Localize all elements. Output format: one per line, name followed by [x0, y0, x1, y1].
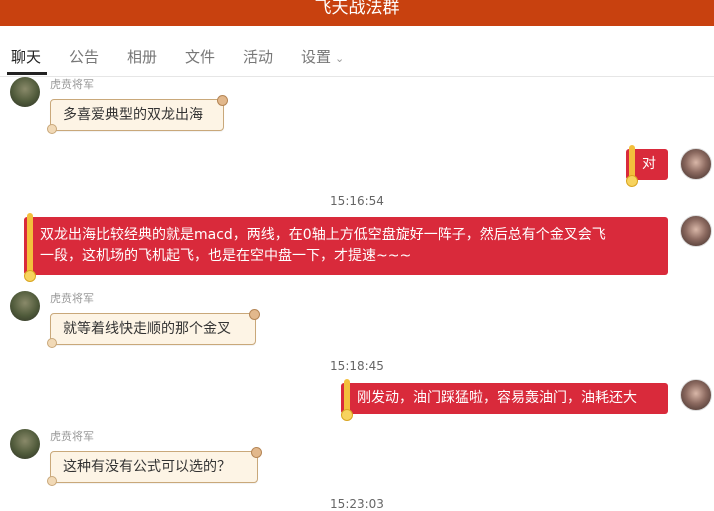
tab-settings[interactable]: 设置 ⌄ [301, 46, 344, 67]
message-bubble[interactable]: 这种有没有公式可以选的？ [47, 447, 262, 486]
sender-name: 虎贲将军 [50, 292, 94, 305]
active-tab-indicator [7, 72, 47, 75]
message-text-line: 双龙出海比较经典的就是macd，两线，在0轴上方低空盘旋好一阵子，然后总有个金叉… [40, 227, 606, 243]
scroll-decoration [626, 145, 638, 187]
sender-name: 虎贲将军 [50, 430, 94, 443]
chat-title-bar: 飞天战法群 [0, 0, 714, 26]
message-text: 这种有没有公式可以选的？ [63, 459, 231, 475]
group-title: 飞天战法群 [314, 0, 400, 18]
tab-chat[interactable]: 聊天 [11, 46, 41, 67]
message-text: 对 [642, 156, 656, 172]
message-bubble[interactable]: 刚发动，油门踩猛啦，容易轰油门，油耗还大 [341, 379, 668, 421]
message-bubble[interactable]: 就等着线快走顺的那个金叉 [47, 309, 260, 348]
avatar[interactable] [680, 215, 712, 247]
scroll-decoration [24, 213, 36, 282]
chevron-down-icon: ⌄ [335, 52, 345, 65]
scroll-decoration [341, 379, 353, 421]
tab-files[interactable]: 文件 [185, 46, 215, 67]
message-bubble[interactable]: 双龙出海比较经典的就是macd，两线，在0轴上方低空盘旋好一阵子，然后总有个金叉… [24, 213, 668, 282]
avatar[interactable] [10, 77, 40, 107]
timestamp: 15:16:54 [330, 194, 384, 208]
tab-activity[interactable]: 活动 [243, 46, 273, 67]
message-text: 多喜爱典型的双龙出海 [63, 107, 203, 123]
message-text: 就等着线快走顺的那个金叉 [63, 321, 231, 337]
message-text: 刚发动，油门踩猛啦，容易轰油门，油耗还大 [357, 390, 637, 406]
timestamp: 15:18:45 [330, 359, 384, 373]
message-bubble[interactable]: 对 [626, 145, 668, 187]
tab-announcement[interactable]: 公告 [69, 46, 99, 67]
avatar[interactable] [680, 379, 712, 411]
avatar[interactable] [10, 291, 40, 321]
timestamp: 15:23:03 [330, 497, 384, 511]
avatar[interactable] [680, 148, 712, 180]
sender-name: 虎贲将军 [50, 78, 94, 91]
avatar[interactable] [10, 429, 40, 459]
tab-settings-label: 设置 [301, 48, 332, 66]
tab-bar: 聊天 公告 相册 文件 活动 设置 ⌄ [0, 40, 714, 77]
message-bubble[interactable]: 多喜爱典型的双龙出海 [47, 95, 228, 134]
tab-album[interactable]: 相册 [127, 46, 157, 67]
message-text-line: 一段，这机场的飞机起飞，也是在空中盘一下，才提速~~~ [40, 248, 412, 264]
